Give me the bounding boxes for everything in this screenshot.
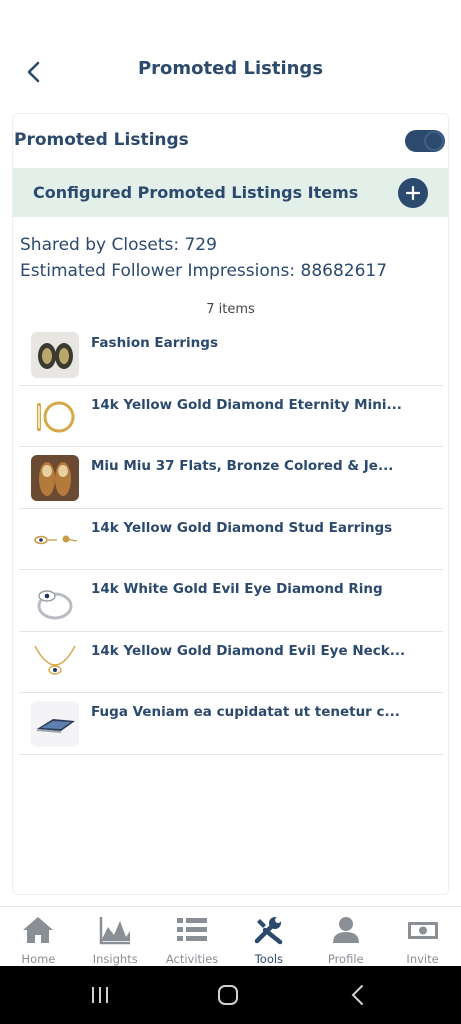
nav-home[interactable]: Home (0, 907, 77, 966)
earrings-image (31, 332, 79, 378)
bottom-navigation: Home Insights Activities Tools Profile I… (0, 906, 461, 966)
item-thumbnail (31, 701, 79, 747)
chart-icon (99, 917, 131, 945)
back-arrow-icon (351, 985, 363, 1005)
recent-apps-icon (92, 987, 108, 1003)
home-circle-icon (218, 985, 238, 1005)
estimated-impressions: Estimated Follower Impressions: 88682617 (20, 261, 388, 281)
list-item[interactable]: Fuga Veniam ea cupidatat ut tenetur c... (19, 693, 443, 755)
item-thumbnail (31, 578, 79, 624)
promoted-listings-toggle[interactable] (405, 130, 445, 152)
stats-block: Shared by Closets: 729 Estimated Followe… (20, 232, 387, 284)
necklace-image (34, 645, 76, 675)
nav-label: Home (21, 952, 56, 966)
item-title: Fashion Earrings (91, 335, 218, 351)
header: Promoted Listings (0, 0, 461, 110)
item-thumbnail (31, 639, 79, 686)
recent-apps-button[interactable] (80, 980, 120, 1010)
list-item[interactable]: Fashion Earrings (19, 324, 443, 386)
list-item[interactable]: 14k Yellow Gold Diamond Stud Earrings (19, 509, 443, 570)
item-title: 14k Yellow Gold Diamond Eternity Mini... (91, 396, 402, 413)
promoted-listings-toggle-label: Promoted Listings (14, 130, 189, 150)
nav-label: Invite (406, 952, 439, 966)
system-back-button[interactable] (338, 980, 378, 1010)
promoted-listings-card: Promoted Listings Configured Promoted Li… (12, 113, 449, 895)
item-thumbnail (31, 516, 79, 563)
home-icon (23, 917, 54, 943)
configured-items-label: Configured Promoted Listings Items (33, 183, 359, 202)
home-system-button[interactable] (208, 980, 248, 1010)
list-item[interactable]: 14k Yellow Gold Diamond Evil Eye Neck... (19, 632, 443, 693)
tools-icon (254, 917, 283, 945)
item-title: 14k Yellow Gold Diamond Evil Eye Neck... (91, 642, 406, 659)
item-count: 7 items (206, 302, 255, 317)
flats-image (31, 455, 79, 501)
laptop-image (31, 701, 79, 747)
list-item[interactable]: 14k White Gold Evil Eye Diamond Ring (19, 570, 443, 632)
toggle-knob (424, 131, 444, 151)
item-thumbnail (31, 393, 79, 440)
ring-image (37, 590, 73, 620)
item-title: Fuga Veniam ea cupidatat ut tenetur c... (91, 704, 400, 720)
shared-by-closets: Shared by Closets: 729 (20, 235, 217, 255)
plus-icon (405, 185, 421, 201)
nav-label: Tools (254, 952, 284, 966)
listing-list: Fashion Earrings 14k Yellow Gold Diamond… (19, 324, 443, 755)
nav-label: Activities (165, 952, 219, 966)
list-item[interactable]: Miu Miu 37 Flats, Bronze Colored & Je... (19, 447, 443, 509)
nav-invite[interactable]: Invite (384, 907, 461, 966)
nav-profile[interactable]: Profile (307, 907, 384, 966)
configured-items-bar: Configured Promoted Listings Items (13, 168, 449, 217)
item-thumbnail (31, 332, 79, 378)
system-navigation-bar (0, 966, 461, 1024)
nav-label: Insights (92, 952, 138, 966)
page-title: Promoted Listings (137, 58, 324, 79)
nav-insights[interactable]: Insights (77, 907, 154, 966)
money-icon (407, 922, 438, 939)
add-item-button[interactable] (398, 178, 428, 208)
nav-label: Profile (327, 952, 364, 966)
hoop-earrings-image (37, 401, 75, 432)
nav-tools[interactable]: Tools (230, 907, 307, 966)
item-title: 14k White Gold Evil Eye Diamond Ring (91, 581, 383, 597)
item-thumbnail (31, 455, 79, 501)
list-icon (177, 918, 208, 941)
person-icon (332, 917, 359, 943)
stud-earrings-image (34, 535, 78, 544)
promoted-listings-screen: Promoted Listings Promoted Listings Conf… (0, 0, 461, 1024)
item-title: Miu Miu 37 Flats, Bronze Colored & Je... (91, 458, 394, 474)
nav-activities[interactable]: Activities (154, 907, 231, 966)
item-title: 14k Yellow Gold Diamond Stud Earrings (91, 519, 393, 536)
list-item[interactable]: 14k Yellow Gold Diamond Eternity Mini... (19, 386, 443, 447)
